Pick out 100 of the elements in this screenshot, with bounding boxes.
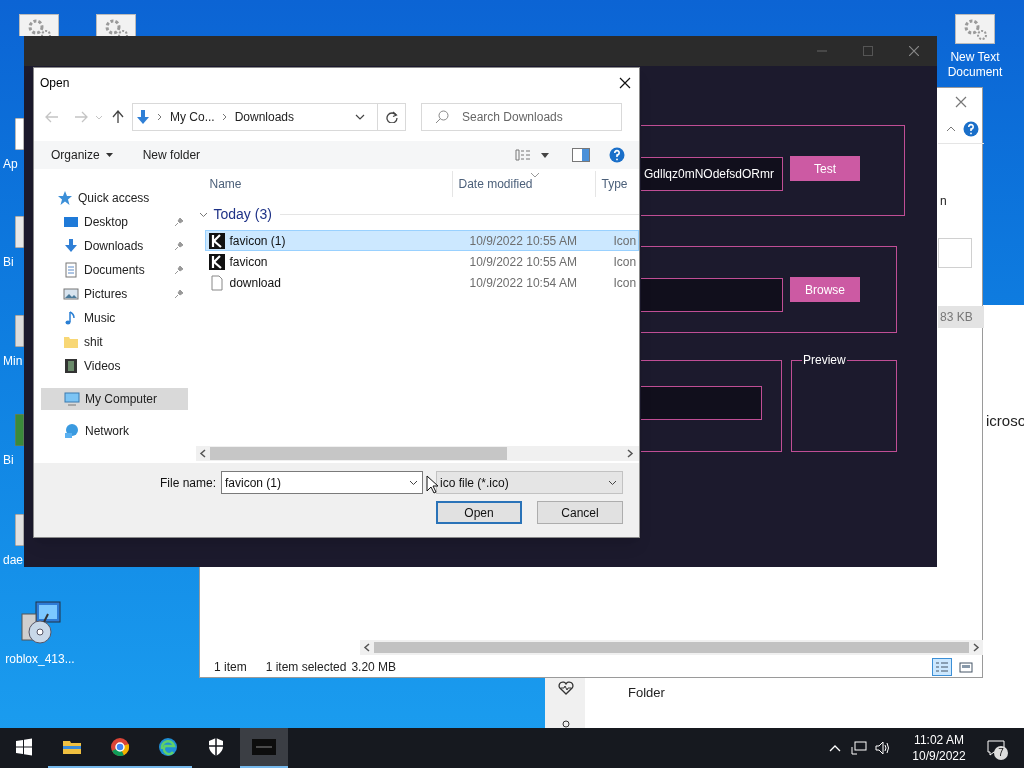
search-field[interactable]: Search Downloads	[421, 103, 622, 131]
download-icon	[63, 238, 79, 254]
group-header[interactable]: Today (3)	[196, 204, 639, 224]
nav-item[interactable]: Music	[34, 306, 189, 330]
file-type: Icon	[613, 232, 637, 250]
breadcrumb-item[interactable]: Downloads	[234, 108, 295, 126]
file-type: Icon	[613, 274, 637, 292]
nav-item[interactable]: Documents	[34, 258, 189, 282]
input-field[interactable]	[938, 238, 972, 268]
pin-icon	[174, 265, 185, 275]
pin-icon	[174, 241, 185, 251]
scrollbar-thumb[interactable]	[374, 642, 969, 653]
folder-icon	[63, 334, 79, 350]
nav-item[interactable]: Network	[41, 420, 189, 442]
new-folder-button[interactable]: New folder	[135, 143, 208, 167]
dropdown-icon[interactable]	[409, 480, 418, 485]
action-button[interactable]: Browse	[790, 277, 860, 302]
nav-item[interactable]: Quick access	[34, 186, 189, 210]
dropdown-icon	[608, 480, 617, 485]
notifications-button[interactable]: 7	[982, 736, 1010, 760]
action-button[interactable]: Test	[790, 156, 860, 181]
collapse-icon[interactable]	[946, 126, 956, 132]
icon-label: dae	[2, 553, 24, 567]
column-header[interactable]: Date modified	[453, 175, 596, 193]
icon-label: New Text Document	[946, 50, 1004, 80]
text-field[interactable]	[641, 386, 762, 420]
open-button[interactable]: Open	[436, 501, 522, 524]
text-field[interactable]: Gdllqz0mNOdefsdORmr	[641, 157, 783, 191]
pictures-icon	[63, 286, 79, 302]
chevron-icon	[221, 113, 228, 121]
desktop-icon	[63, 214, 79, 230]
cursor-icon	[426, 475, 438, 494]
window-text: Folder	[628, 684, 665, 702]
preview-pane-icon[interactable]	[572, 148, 590, 162]
column-header[interactable]: Name	[196, 175, 453, 193]
side-panel	[545, 678, 585, 728]
details-view-button[interactable]	[932, 658, 952, 676]
file-name-field[interactable]: favicon (1)	[221, 471, 423, 494]
icon-label: roblox_413...	[5, 652, 75, 666]
logo-file-icon	[209, 232, 226, 249]
help-icon[interactable]	[963, 121, 979, 137]
windows-logo-icon	[14, 737, 34, 757]
nav-item[interactable]: shit	[34, 330, 189, 354]
clock[interactable]: 11:02 AM 10/9/2022	[901, 732, 977, 764]
picture-icon	[959, 661, 973, 673]
file-row[interactable]: download 10/9/2022 10:54 AM Icon	[205, 272, 639, 293]
pin-icon	[174, 217, 185, 227]
file-name: download	[229, 274, 282, 292]
dropdown-icon[interactable]	[355, 114, 365, 120]
icon-label: Ap	[2, 157, 19, 171]
nav-item[interactable]: My Computer	[41, 388, 189, 410]
horizontal-scrollbar[interactable]	[360, 640, 983, 655]
computer-icon	[64, 391, 80, 407]
help-icon[interactable]	[609, 147, 625, 163]
nav-item[interactable]: Desktop	[34, 210, 189, 234]
nav-item[interactable]: Downloads	[34, 234, 189, 258]
notification-count: 7	[994, 746, 1008, 760]
address-bar[interactable]: My Co... Downloads	[132, 103, 378, 131]
list-icon	[515, 149, 531, 161]
breadcrumb-item[interactable]: My Co...	[170, 108, 215, 126]
up-icon[interactable]	[112, 110, 124, 124]
gear-icon	[955, 14, 995, 44]
file-row[interactable]: favicon (1) 10/9/2022 10:55 AM Icon	[205, 230, 639, 251]
file-row[interactable]: favicon 10/9/2022 10:55 AM Icon	[205, 251, 639, 272]
frame-legend: Preview	[802, 353, 847, 367]
videos-icon	[63, 358, 79, 374]
caret-icon	[541, 152, 549, 158]
refresh-button[interactable]	[378, 103, 406, 131]
column-text: n	[940, 193, 947, 210]
taskbar-button[interactable]	[240, 728, 288, 768]
nav-item[interactable]: Videos	[34, 354, 189, 378]
chevron-icon	[157, 113, 163, 121]
volume-icon[interactable]	[875, 741, 891, 755]
network-icon	[64, 423, 80, 439]
nav-item[interactable]: Pictures	[34, 282, 189, 306]
close-icon[interactable]	[619, 76, 631, 89]
chevron-up-icon[interactable]	[829, 744, 841, 752]
network-icon[interactable]	[851, 741, 867, 755]
logo-file-icon	[209, 253, 226, 270]
chrome-icon	[110, 737, 130, 757]
file-type-dropdown[interactable]: ico file (*.ico)	[436, 471, 623, 494]
file-date: 10/9/2022 10:55 AM	[469, 253, 578, 271]
horizontal-scrollbar[interactable]	[196, 446, 639, 461]
organize-button[interactable]: Organize	[44, 143, 120, 167]
file-name: favicon	[229, 253, 269, 271]
scrollbar-thumb[interactable]	[210, 447, 508, 460]
file-name: favicon (1)	[229, 232, 287, 250]
maximize-icon	[863, 46, 873, 56]
status-text: 3.20 MB	[351, 659, 397, 676]
gear-icon	[19, 14, 59, 36]
cancel-button[interactable]: Cancel	[537, 501, 623, 524]
file-type: Icon	[613, 253, 637, 271]
text-field[interactable]	[641, 278, 783, 312]
person-icon	[560, 720, 572, 728]
message-icon	[987, 740, 1005, 756]
column-header[interactable]: Type	[596, 175, 628, 193]
download-icon	[136, 109, 150, 125]
field-label: File name:	[159, 474, 216, 492]
dialog-title: Open	[40, 74, 70, 92]
gear-icon	[96, 14, 136, 36]
